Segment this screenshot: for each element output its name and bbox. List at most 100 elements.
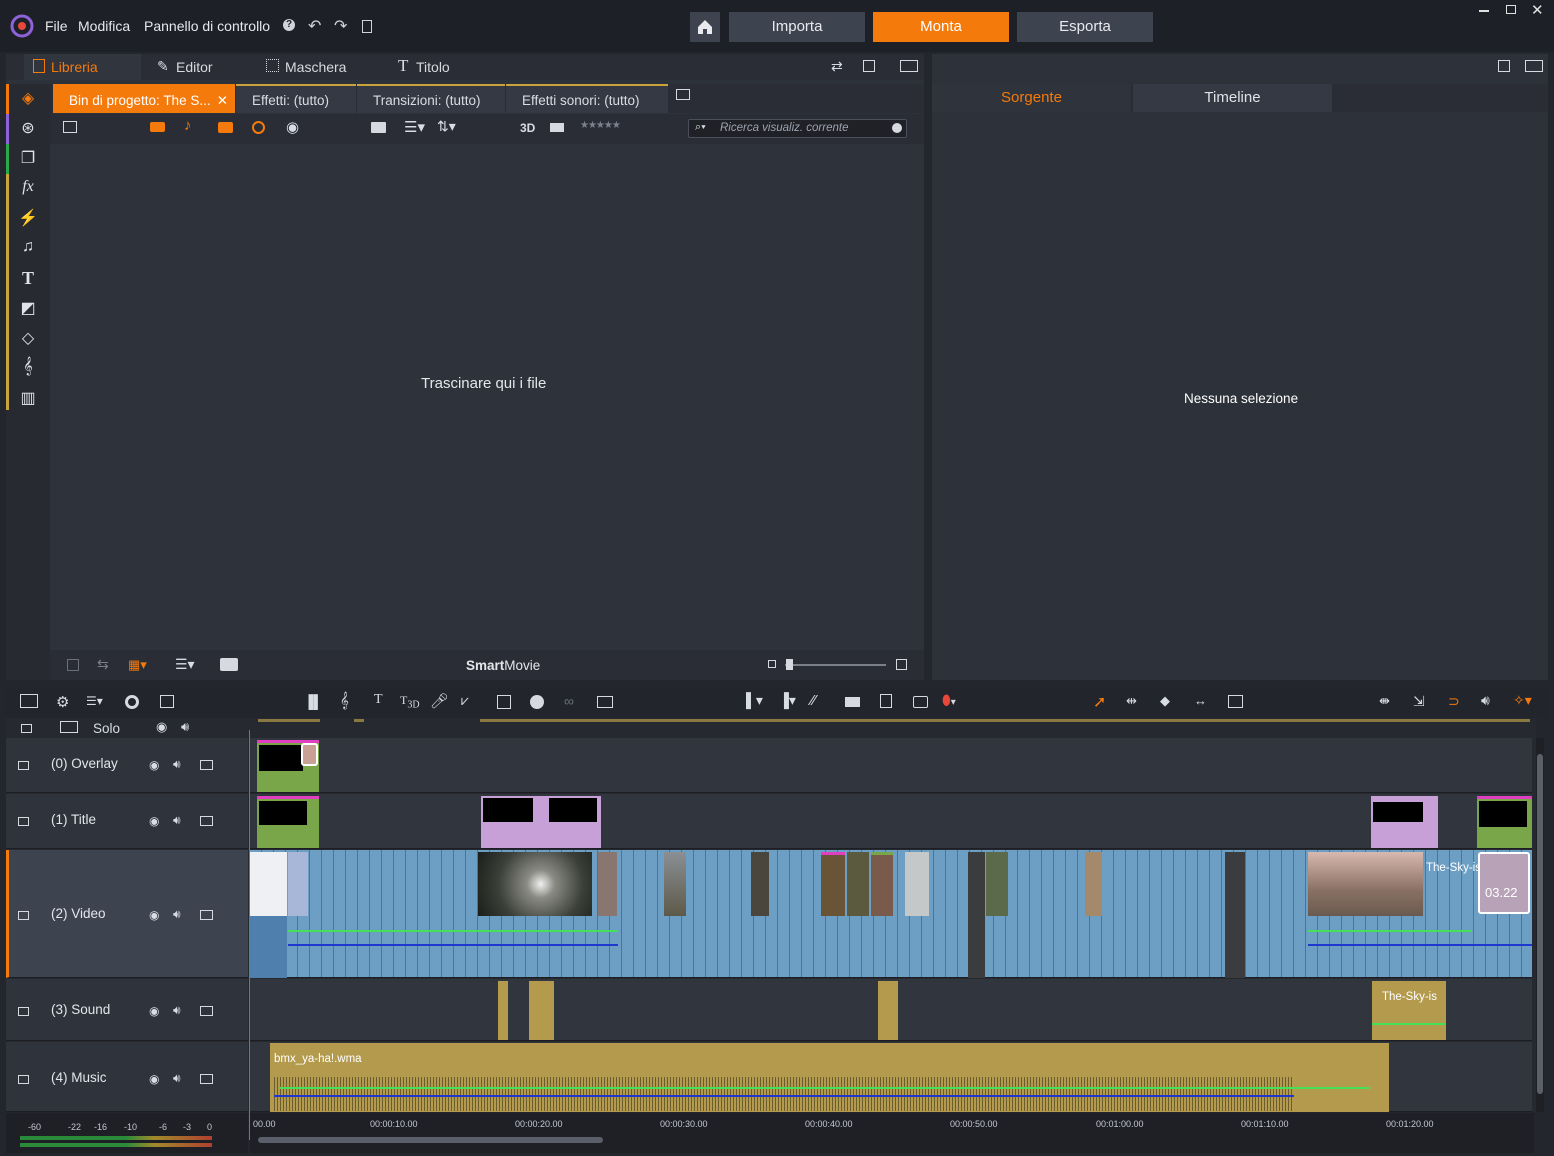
eye-icon[interactable]: ◉: [149, 1072, 159, 1086]
sound-clip[interactable]: [878, 981, 898, 1040]
scroll-thumb[interactable]: [258, 1137, 603, 1143]
monitor-icon[interactable]: [200, 910, 213, 920]
popout-icon[interactable]: [863, 60, 875, 72]
track-monitor-icon[interactable]: [60, 721, 78, 733]
video-clip-thumb[interactable]: [478, 852, 592, 916]
title-clip[interactable]: [1371, 796, 1438, 848]
layout-icon[interactable]: [900, 60, 918, 72]
video-clip-thumb[interactable]: [1085, 852, 1102, 916]
motion-title-icon[interactable]: T3D: [400, 693, 420, 710]
list-view-icon[interactable]: ☰▾: [404, 118, 425, 136]
video-clip-thumb[interactable]: [905, 852, 929, 916]
search-input[interactable]: Ricerca visualiz. corrente: [720, 122, 848, 134]
slider-handle[interactable]: [786, 659, 793, 670]
eye-icon[interactable]: ◉: [286, 118, 299, 136]
title-clip[interactable]: [1477, 796, 1532, 848]
tab-editor[interactable]: Editor: [176, 59, 213, 75]
video-clip-thumb[interactable]: [250, 852, 287, 916]
scroll-thumb[interactable]: [1537, 754, 1543, 1094]
three-d-toggle[interactable]: 3D: [520, 121, 535, 135]
montage-icon[interactable]: ◩: [17, 298, 39, 320]
multicam-icon[interactable]: [497, 695, 511, 709]
edit-audio-icon[interactable]: [597, 696, 613, 708]
video-clip-end[interactable]: 03.22: [1478, 852, 1530, 914]
score-icon[interactable]: 𝄞: [17, 358, 39, 380]
sort-icon[interactable]: ⇅▾: [437, 118, 456, 135]
search-box[interactable]: ⌕▾ Ricerca visualiz. corrente: [688, 119, 907, 138]
title-tool-icon[interactable]: T: [374, 692, 383, 708]
tab-timeline[interactable]: Timeline: [1133, 84, 1332, 112]
lock-icon[interactable]: [18, 1007, 29, 1016]
document-icon[interactable]: [362, 20, 372, 33]
tab-libreria[interactable]: Libreria: [51, 59, 98, 75]
eye-icon[interactable]: ◉: [149, 1004, 159, 1018]
grid-view-icon[interactable]: ▦▾: [128, 657, 147, 673]
title-icon[interactable]: T: [17, 268, 39, 290]
keyboard-icon[interactable]: ▥: [17, 388, 39, 410]
snapshot-icon[interactable]: [913, 696, 928, 708]
sound-clip-named[interactable]: The-Sky-is: [1372, 981, 1446, 1040]
project-bin-icon[interactable]: ◈: [17, 88, 39, 110]
collections-icon[interactable]: ❐: [17, 148, 39, 170]
esporta-button[interactable]: Esporta: [1017, 12, 1153, 42]
music-icon[interactable]: ♫: [17, 238, 39, 260]
sound-clip[interactable]: [498, 981, 508, 1040]
audio-mixer-icon[interactable]: ▐▌: [304, 694, 322, 709]
time-ruler[interactable]: [250, 1113, 1534, 1153]
sync-icon[interactable]: ⇆: [97, 656, 109, 673]
marker-left-icon[interactable]: ▌▾: [746, 692, 763, 709]
drop-zone[interactable]: [50, 144, 922, 650]
monitor-icon[interactable]: [200, 760, 213, 770]
lock-icon[interactable]: [18, 911, 29, 920]
speaker-icon[interactable]: 🔊︎: [173, 907, 181, 922]
folder-icon[interactable]: [371, 122, 386, 133]
tab-sorgente[interactable]: Sorgente: [932, 84, 1131, 112]
magnet-icon[interactable]: ⊃: [1448, 693, 1460, 710]
overwrite-icon[interactable]: ⇲: [1413, 693, 1425, 710]
overlay-clip[interactable]: [257, 740, 319, 792]
home-button[interactable]: [690, 12, 720, 42]
lock-icon[interactable]: [18, 817, 29, 826]
track-row-title[interactable]: [250, 794, 1532, 849]
speaker-all-icon[interactable]: 🔊︎: [181, 719, 189, 735]
eye-all-icon[interactable]: ◉: [156, 719, 167, 735]
film-reel-icon[interactable]: ⊛: [17, 118, 39, 140]
audio-scrub-icon[interactable]: 🔊︎: [1481, 692, 1490, 709]
speaker-icon[interactable]: 🔊︎: [173, 1003, 181, 1018]
tab-effetti-sonori[interactable]: Effetti sonori: (tutto): [506, 84, 668, 113]
layers-icon[interactable]: ◇: [17, 328, 39, 350]
tab-maschera[interactable]: Maschera: [285, 59, 346, 75]
video-clip-thumb[interactable]: [664, 852, 686, 916]
delete-icon[interactable]: [880, 694, 892, 708]
speaker-icon[interactable]: 🔊︎: [173, 1071, 181, 1086]
trim-icon[interactable]: [845, 697, 860, 707]
close-button[interactable]: ✕: [1531, 1, 1544, 19]
export-bin-icon[interactable]: [220, 658, 238, 671]
importa-button[interactable]: Importa: [729, 12, 865, 42]
video-clip-thumb[interactable]: [288, 852, 308, 916]
color-icon[interactable]: [530, 695, 544, 709]
close-tab-icon[interactable]: ✕: [217, 86, 228, 115]
insert-mode-icon[interactable]: ⇼: [1379, 693, 1390, 709]
import-icon[interactable]: [63, 121, 77, 133]
score-fitter-icon[interactable]: 𝄞: [340, 692, 349, 709]
monitor-icon[interactable]: [200, 1074, 213, 1084]
stretch-tool-icon[interactable]: [1228, 695, 1243, 708]
tab-project-bin[interactable]: Bin di progetto: The S... ✕: [53, 84, 235, 113]
menu-modifica[interactable]: Modifica: [78, 18, 130, 34]
preview-popout-icon[interactable]: [1498, 60, 1510, 72]
split-icon[interactable]: ⁄⁄: [811, 692, 816, 709]
monitor-icon[interactable]: [200, 816, 213, 826]
selection-tool-icon[interactable]: ➚: [1093, 692, 1106, 712]
new-tab-icon[interactable]: [676, 89, 690, 100]
add-marker-icon[interactable]: ⬮▾: [942, 692, 956, 709]
effects-icon[interactable]: fx: [17, 178, 39, 200]
menu-pannello[interactable]: Pannello di controllo: [144, 18, 270, 34]
timeline-settings-icon[interactable]: [20, 694, 38, 708]
microphone-icon[interactable]: 🎤︎: [430, 692, 449, 710]
sound-clip[interactable]: [529, 981, 554, 1040]
minimize-button[interactable]: [1479, 10, 1489, 12]
voiceover-icon[interactable]: ⩗: [461, 692, 469, 709]
undo-icon[interactable]: ↶: [308, 16, 321, 36]
swap-icon[interactable]: ⇄: [831, 58, 843, 75]
